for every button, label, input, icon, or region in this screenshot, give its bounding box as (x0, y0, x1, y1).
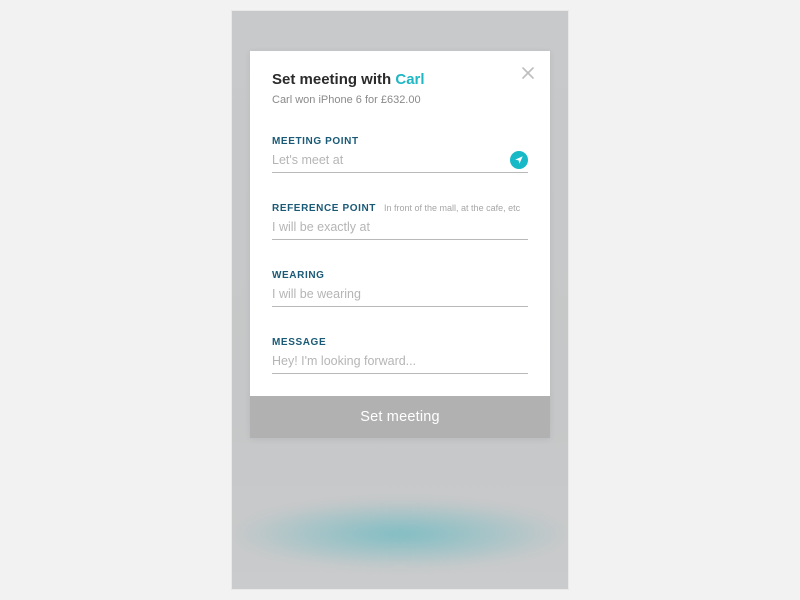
reference-point-label: REFERENCE POINT (272, 203, 376, 214)
phone-frame: Set meeting with Carl Carl won iPhone 6 … (232, 11, 568, 589)
field-reference-point: REFERENCE POINT In front of the mall, at… (272, 203, 528, 240)
card-subtitle: Carl won iPhone 6 for £632.00 (272, 94, 528, 106)
title-prefix: Set meeting with (272, 71, 395, 88)
reference-point-input[interactable] (272, 214, 528, 240)
set-meeting-button[interactable]: Set meeting (250, 396, 550, 438)
location-arrow-icon[interactable] (510, 151, 528, 169)
card-title: Set meeting with Carl (272, 71, 528, 88)
close-icon[interactable] (520, 65, 536, 81)
field-message: MESSAGE (272, 337, 528, 374)
message-input[interactable] (272, 348, 528, 374)
title-name: Carl (395, 71, 424, 88)
wearing-input[interactable] (272, 281, 528, 307)
message-label: MESSAGE (272, 337, 326, 348)
set-meeting-card: Set meeting with Carl Carl won iPhone 6 … (250, 51, 550, 438)
card-body: Set meeting with Carl Carl won iPhone 6 … (250, 51, 550, 396)
meeting-point-label: MEETING POINT (272, 136, 359, 147)
meeting-point-input[interactable] (272, 147, 528, 173)
wearing-label: WEARING (272, 270, 325, 281)
field-meeting-point: MEETING POINT (272, 136, 528, 173)
field-wearing: WEARING (272, 270, 528, 307)
reference-point-hint: In front of the mall, at the cafe, etc (384, 203, 520, 213)
